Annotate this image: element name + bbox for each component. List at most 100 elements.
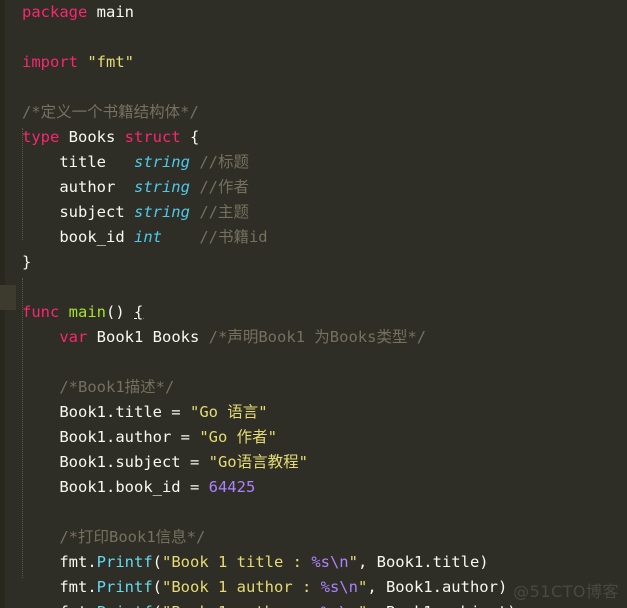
code-line[interactable]: /*打印Book1信息*/ [0,525,627,550]
code-token-kw: package [22,3,88,21]
code-token-cmt: //书籍id [199,228,268,246]
code-token-str: " [357,578,368,596]
code-line[interactable]: func main() { [0,300,627,325]
code-line[interactable]: Book1.title = "Go 语言" [0,400,627,425]
code-line[interactable]: package main [0,0,627,25]
code-token-plain: Book1.book_id = [59,478,209,496]
code-token-typ: string [133,178,190,196]
code-token-plain: { [190,128,200,146]
code-token-cmt: /*打印Book1信息*/ [59,528,206,546]
code-line[interactable]: type Books struct { [0,125,627,150]
code-line[interactable]: /*定义一个书籍结构体*/ [0,100,627,125]
code-token-plain: Books [59,128,125,146]
code-line[interactable] [0,275,627,300]
code-token-kw: import [22,53,78,71]
code-line[interactable]: Book1.subject = "Go语言教程" [0,450,627,475]
code-token-plain: , Book1.subject) [367,603,516,608]
code-line[interactable]: fmt.Printf("Book 1 author : %s\n", Book1… [0,600,627,608]
code-token-plain: } [22,253,32,271]
code-token-plain: fmt. [59,603,96,608]
code-line[interactable]: import "fmt" [0,50,627,75]
code-token-plain: ( [152,553,162,571]
code-line[interactable]: /*Book1描述*/ [0,375,627,400]
code-token-str: "Book 1 title : [162,553,312,571]
code-token-str: " [358,603,367,608]
code-line[interactable]: Book1.author = "Go 作者" [0,425,627,450]
code-token-num: %s\n [320,578,358,596]
code-token-num: %s\n [321,603,358,608]
code-token-cmt: //标题 [199,153,249,171]
code-token-num: %s\n [311,553,349,571]
code-token-str: "Book 1 author : [162,578,321,596]
code-line[interactable]: author string //作者 [0,175,627,200]
code-token-plain: Book1.title = [59,403,190,421]
code-token-kw: func [22,303,60,321]
code-token-typ: string [133,203,190,221]
code-token-str: "Go 作者" [199,428,277,446]
code-editor[interactable]: package main import "fmt" /*定义一个书籍结构体*/ t… [0,0,627,608]
code-line[interactable]: subject string //主题 [0,200,627,225]
code-token-cmt: /*Book1描述*/ [59,378,175,396]
code-line[interactable]: fmt.Printf("Book 1 title : %s\n", Book1.… [0,550,627,575]
code-token-typ: int [133,228,162,246]
code-token-fn: main [68,303,106,321]
code-token-cmt: //作者 [199,178,249,196]
code-token-plain: ( [153,603,162,608]
code-token-call: Printf [97,603,153,608]
code-token-plain: book_id [59,228,134,246]
code-line[interactable]: title string //标题 [0,150,627,175]
code-line[interactable] [0,500,627,525]
code-token-str: " [348,553,358,571]
code-content[interactable]: package main import "fmt" /*定义一个书籍结构体*/ t… [0,0,627,608]
code-token-cmt: /*定义一个书籍结构体*/ [22,103,199,121]
code-token-brace: { [134,303,144,321]
code-token-plain: Book1.author = [59,428,200,446]
code-token-plain: author [59,178,134,196]
code-line[interactable]: book_id int //书籍id [0,225,627,250]
code-line[interactable] [0,350,627,375]
code-token-plain: main [96,3,134,21]
code-token-plain: fmt. [59,553,97,571]
code-token-str: "Go 语言" [189,403,268,421]
code-token-plain: , Book1.author) [367,578,508,596]
code-line[interactable]: fmt.Printf("Book 1 author : %s\n", Book1… [0,575,627,600]
code-line[interactable]: var Book1 Books /*声明Book1 为Books类型*/ [0,325,627,350]
code-token-num: 64425 [208,478,256,496]
code-line[interactable]: } [0,250,627,275]
code-token-call: Printf [96,553,153,571]
code-token-plain: Book1.subject = [59,453,209,471]
code-token-call: Printf [96,578,153,596]
code-token-kw: type [22,128,60,146]
code-token-cmt: /*声明Book1 为Books类型*/ [208,328,427,346]
code-line[interactable] [0,75,627,100]
code-line[interactable]: Book1.book_id = 64425 [0,475,627,500]
code-token-plain: Book1 Books [87,328,209,346]
code-token-kw: var [59,328,88,346]
code-token-plain: title [59,153,134,171]
code-token-plain: ( [152,578,162,596]
code-token-str: "Book 1 author : [162,603,321,608]
code-token-str: "fmt" [87,53,135,71]
code-token-kw: struct [124,128,181,146]
code-line[interactable] [0,25,627,50]
code-token-plain: subject [59,203,134,221]
code-token-plain: , Book1.title) [357,553,489,571]
